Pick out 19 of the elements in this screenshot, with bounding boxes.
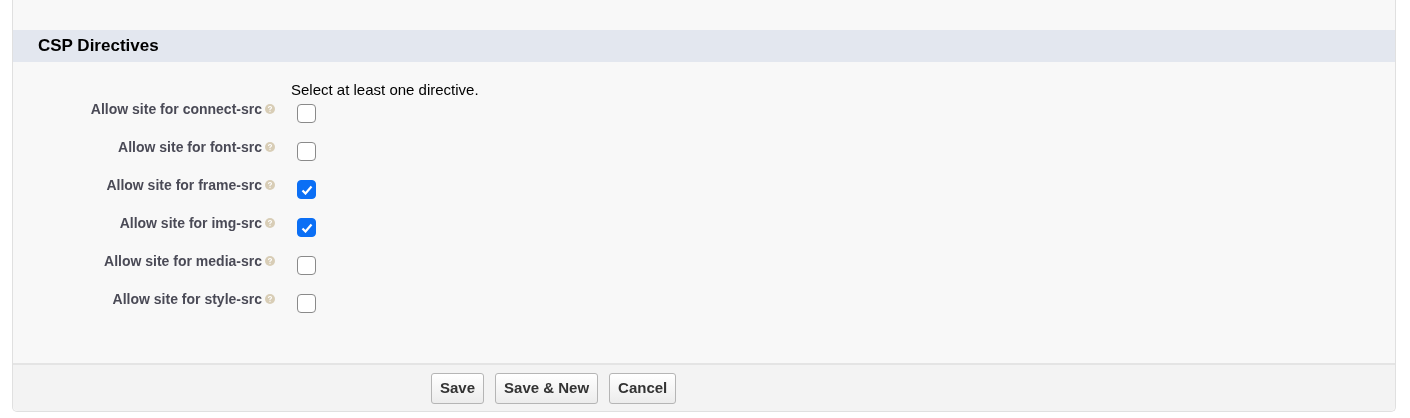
form-button[interactable]: Cancel [609,372,677,404]
checkbox[interactable] [297,256,316,275]
checkbox[interactable] [297,218,316,237]
field-label: Allow site for img-src [119,215,262,231]
checkbox[interactable] [297,104,316,123]
field-label: Allow site for style-src [112,291,262,307]
field-label: Allow site for font-src [118,139,262,155]
checkmark-icon [300,184,313,195]
form-button[interactable]: Save [431,372,485,404]
checkbox[interactable] [297,294,316,313]
checkbox[interactable] [297,180,316,199]
checkbox[interactable] [297,142,316,161]
checkmark-icon [300,222,313,233]
form-button[interactable]: Save & New [495,372,599,404]
field-label: Allow site for media-src [104,253,262,269]
section-title: CSP Directives [38,35,159,58]
field-label: Allow site for connect-src [90,101,262,117]
instruction-text: Select at least one directive. [291,81,479,98]
field-label: Allow site for frame-src [106,177,262,193]
